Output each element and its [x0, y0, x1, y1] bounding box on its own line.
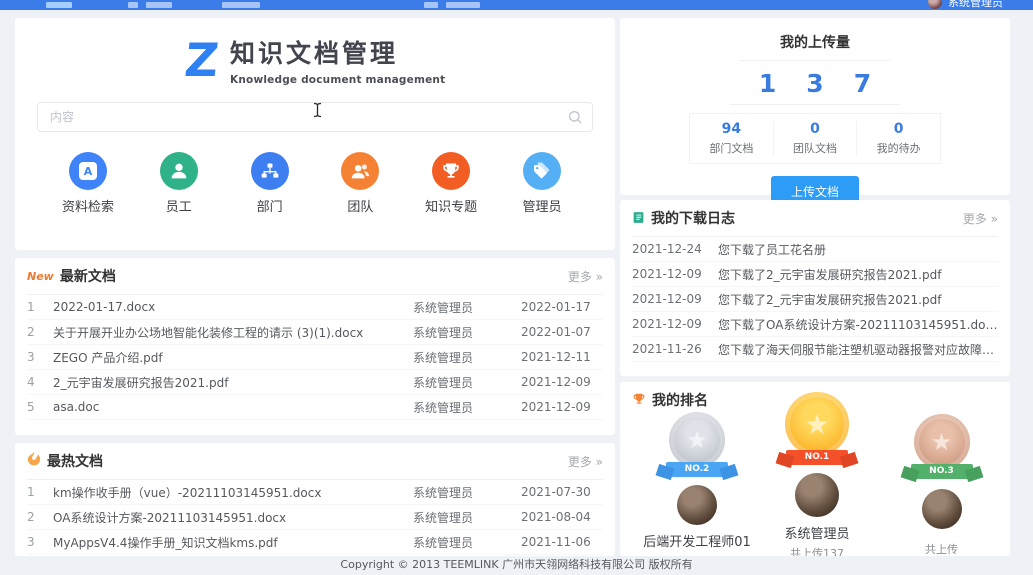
topbar-menu-item-clipped[interactable] — [424, 2, 438, 8]
ranking-slot-3: ★ NO.3 共上传 — [875, 414, 1008, 556]
nav-item-department[interactable]: 部门 — [227, 152, 313, 215]
no2-ribbon: NO.2 — [666, 462, 728, 477]
latest-doc-row[interactable]: 2 关于开展开业办公场地智能化装修工程的请示 (3)(1).docx 系统管理员… — [27, 320, 603, 345]
avatar — [922, 489, 962, 529]
rank-upload-count: 共上传137 — [742, 545, 892, 556]
tags-icon — [523, 152, 561, 190]
stat-my-todos[interactable]: 0 我的待办 — [856, 121, 940, 156]
download-log-row[interactable]: 2021-12-09 您下载了2_元宇宙发展研究报告2021.pdf — [632, 262, 998, 287]
nav-item-knowledge-topic[interactable]: 知识专题 — [408, 152, 494, 215]
upload-count: 1 3 7 — [620, 69, 1010, 98]
hot-doc-row[interactable]: 3 MyAppsV4.4操作手册_知识文档kms.pdf 系统管理员 2021-… — [27, 530, 603, 555]
doc-title[interactable]: ZEGO 产品介绍.pdf — [53, 349, 413, 366]
upload-panel-title: 我的上传量 — [620, 18, 1010, 52]
topbar-logo-clipped — [46, 2, 72, 8]
download-log-card: 我的下载日志 更多 » 2021-12-24 您下载了员工花名册 2021-12… — [620, 200, 1010, 376]
search-icon[interactable] — [567, 109, 583, 125]
footer-copyright: Copyright © 2013 TEEMLINK 广州市天翎网络科技有限公司 … — [0, 556, 1033, 575]
nav-item-team[interactable]: 团队 — [317, 152, 403, 215]
rank-user-name: 系统管理员 — [742, 523, 892, 542]
team-icon — [341, 152, 379, 190]
download-log-more-link[interactable]: 更多 » — [963, 210, 998, 227]
latest-docs-title: 最新文档 — [60, 266, 116, 286]
search-card: Z 知识文档管理 Knowledge document management A… — [15, 18, 615, 250]
hot-docs-title: 最热文档 — [47, 451, 103, 471]
download-log-row[interactable]: 2021-12-09 您下载了2_元宇宙发展研究报告2021.pdf — [632, 287, 998, 312]
latest-doc-row[interactable]: 1 2022-01-17.docx 系统管理员 2022-01-17 — [27, 295, 603, 320]
person-icon — [160, 152, 198, 190]
stat-team-docs[interactable]: 0 团队文档 — [773, 121, 857, 156]
user-name: 系统管理员 — [948, 0, 1003, 10]
latest-docs-card: New 最新文档 更多 » 1 2022-01-17.docx 系统管理员 20… — [15, 258, 615, 435]
download-log-row[interactable]: 2021-11-26 您下载了海天伺服节能注塑机驱动器报警对应故障分析.xls — [632, 337, 998, 362]
avatar — [677, 485, 717, 525]
new-badge-icon: New — [27, 270, 54, 283]
page: 系统管理员 Z 知识文档管理 Knowledge document manage… — [0, 0, 1033, 575]
hot-doc-row[interactable]: 2 OA系统设计方案-20211103145951.docx 系统管理员 202… — [27, 505, 603, 530]
stat-department-docs[interactable]: 94 部门文档 — [690, 121, 773, 156]
ranking-title: 我的排名 — [652, 390, 708, 410]
notebook-icon — [632, 209, 645, 228]
gold-medal-icon: ★ — [785, 392, 849, 456]
nav-item-document-search[interactable]: A 资料检索 — [45, 152, 131, 215]
doc-title[interactable]: OA系统设计方案-20211103145951.docx — [53, 509, 413, 526]
user-avatar — [928, 0, 942, 9]
nav-item-employee[interactable]: 员工 — [136, 152, 222, 215]
download-log-title: 我的下载日志 — [651, 208, 735, 228]
bronze-medal-icon: ★ — [914, 414, 970, 470]
doc-title[interactable]: km操作收手册（vue）-20211103145951.docx — [53, 484, 413, 501]
topbar-menu-item-clipped[interactable] — [446, 2, 480, 8]
topbar-menu-item-clipped[interactable] — [128, 2, 138, 8]
hot-doc-row[interactable]: 1 km操作收手册（vue）-20211103145951.docx 系统管理员… — [27, 480, 603, 505]
stats-box: 94 部门文档 0 团队文档 0 我的待办 — [689, 113, 941, 164]
logo-icon: Z — [182, 37, 220, 83]
download-log-row[interactable]: 2021-12-24 您下载了员工花名册 — [632, 237, 998, 262]
doc-title[interactable]: asa.doc — [53, 400, 413, 414]
download-log-row[interactable]: 2021-12-09 您下载了OA系统设计方案-20211103145951.d… — [632, 312, 998, 337]
quick-nav: A 资料检索 员工 部门 团队 — [15, 132, 615, 215]
upload-stats-card: 我的上传量 1 3 7 94 部门文档 0 团队文档 0 我的待办 上传文档 — [620, 18, 1010, 195]
latest-doc-row[interactable]: 4 2_元宇宙发展研究报告2021.pdf 系统管理员 2021-12-09 — [27, 370, 603, 395]
app-title: 知识文档管理 — [230, 34, 445, 70]
document-search-icon: A — [69, 152, 107, 190]
latest-docs-more-link[interactable]: 更多 » — [568, 268, 603, 285]
topbar-menu-item-clipped[interactable] — [222, 2, 260, 8]
latest-doc-row[interactable]: 3 ZEGO 产品介绍.pdf 系统管理员 2021-12-11 — [27, 345, 603, 370]
hot-docs-card: 最热文档 更多 » 1 km操作收手册（vue）-20211103145951.… — [15, 443, 615, 556]
doc-title[interactable]: 2_元宇宙发展研究报告2021.pdf — [53, 374, 413, 391]
flame-icon — [27, 451, 41, 471]
text-cursor-icon — [312, 102, 323, 122]
latest-doc-row[interactable]: 5 asa.doc 系统管理员 2021-12-09 — [27, 395, 603, 420]
hot-docs-more-link[interactable]: 更多 » — [568, 453, 603, 470]
doc-title[interactable]: 2022-01-17.docx — [53, 300, 413, 314]
nav-item-administrator[interactable]: 管理员 — [499, 152, 585, 215]
top-nav-bar: 系统管理员 — [0, 0, 1033, 10]
org-chart-icon — [251, 152, 289, 190]
rank-upload-count: 共上传 — [875, 541, 1008, 556]
ranking-slot-1: ★ NO.1 系统管理员 共上传137 — [742, 392, 892, 556]
doc-title[interactable]: MyAppsV4.4操作手册_知识文档kms.pdf — [53, 534, 413, 551]
doc-title[interactable]: 关于开展开业办公场地智能化装修工程的请示 (3)(1).docx — [53, 324, 413, 341]
ranking-card: 我的排名 ★ NO.2 后端开发工程师01 共上传7 ★ NO.1 系统管理员 … — [620, 382, 1010, 556]
no3-ribbon: NO.3 — [911, 464, 973, 479]
topbar-menu-item-clipped[interactable] — [146, 2, 172, 8]
brand-block: Z 知识文档管理 Knowledge document management — [15, 18, 615, 86]
silver-medal-icon: ★ — [669, 412, 725, 468]
no1-ribbon: NO.1 — [786, 450, 848, 465]
trophy-icon — [632, 391, 646, 410]
topbar-user[interactable]: 系统管理员 — [928, 0, 1003, 10]
trophy-icon — [432, 152, 470, 190]
app-subtitle: Knowledge document management — [230, 74, 445, 86]
avatar — [795, 473, 839, 517]
